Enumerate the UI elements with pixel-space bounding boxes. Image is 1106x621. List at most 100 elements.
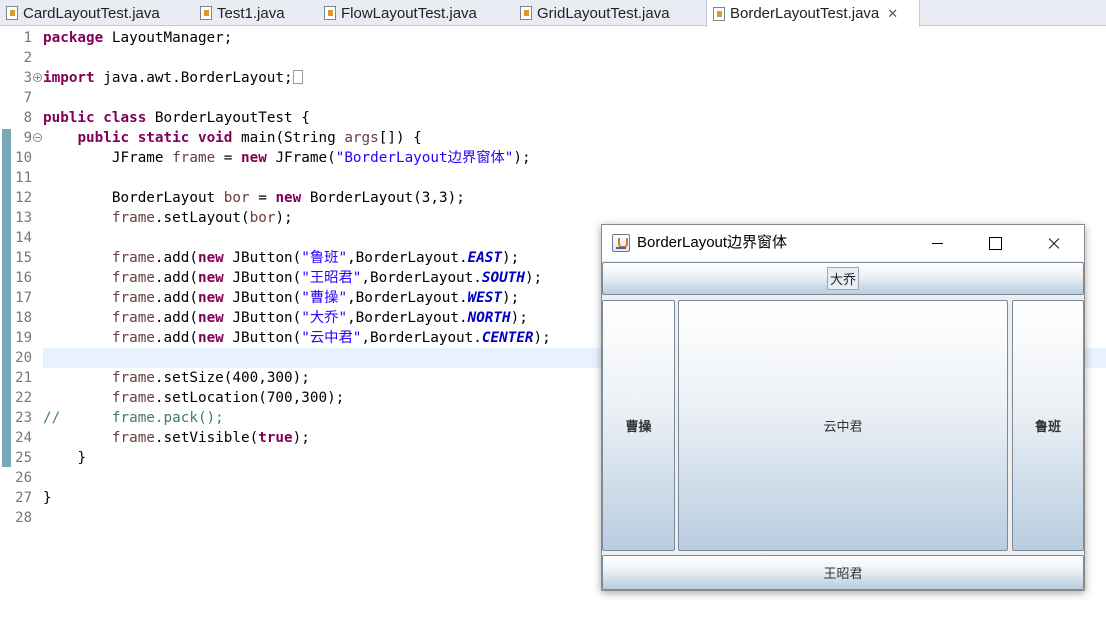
variable: args xyxy=(344,130,379,146)
line-number: 22 xyxy=(15,390,32,406)
static-field: CENTER xyxy=(481,330,534,346)
line-number: 13 xyxy=(15,210,32,226)
line-number: 24 xyxy=(15,430,32,446)
line-number: 9 xyxy=(23,130,32,146)
east-button[interactable]: 鲁班 xyxy=(1012,300,1084,551)
tab-gridlayouttest[interactable]: GridLayoutTest.java xyxy=(514,0,704,26)
string-literal: "大乔" xyxy=(301,310,348,326)
code-text: JButton( xyxy=(223,330,302,346)
maximize-button[interactable] xyxy=(966,225,1024,261)
code-text: ,BorderLayout. xyxy=(361,270,482,286)
minimize-button[interactable] xyxy=(909,225,967,261)
overview-ruler xyxy=(0,27,12,621)
variable: frame xyxy=(111,270,155,286)
string-literal: "曹操" xyxy=(301,290,348,306)
line-number: 2 xyxy=(23,50,32,66)
code-text: .setVisible( xyxy=(154,430,259,446)
collapse-fold-icon[interactable]: − xyxy=(33,133,42,142)
code-text: BorderLayout(3,3); xyxy=(301,190,465,206)
jframe-window[interactable]: BorderLayout边界窗体 大乔 曹操 云中君 鲁班 王昭君 xyxy=(601,224,1085,591)
tab-flowlayouttest[interactable]: FlowLayoutTest.java xyxy=(318,0,510,26)
code-text: = xyxy=(249,190,276,206)
keyword: void xyxy=(197,130,233,146)
string-literal: "BorderLayout边界窗体" xyxy=(335,150,514,166)
expand-fold-icon[interactable]: + xyxy=(33,73,42,82)
tab-label: FlowLayoutTest.java xyxy=(341,4,477,22)
variable: frame xyxy=(111,370,155,386)
north-button-label: 大乔 xyxy=(826,267,859,290)
code-text: JButton( xyxy=(223,250,302,266)
variable: frame xyxy=(111,210,155,226)
line-number: 14 xyxy=(15,230,32,246)
code-text: LayoutManager; xyxy=(103,30,233,46)
code-line: frame.add(new JButton("王昭君",BorderLayout… xyxy=(43,268,542,288)
code-line: import java.awt.BorderLayout; xyxy=(43,68,303,88)
line-number: 17 xyxy=(15,290,32,306)
variable: bor xyxy=(223,190,250,206)
keyword: package xyxy=(43,30,104,46)
java-file-icon xyxy=(713,6,725,21)
code-line: package LayoutManager; xyxy=(43,28,232,48)
tab-borderlayouttest[interactable]: BorderLayoutTest.java ✕ xyxy=(706,0,920,27)
keyword: import xyxy=(43,70,95,86)
variable: bor xyxy=(249,210,276,226)
keyword: new xyxy=(197,250,224,266)
line-number: 20 xyxy=(15,350,32,366)
java-file-icon xyxy=(6,6,18,20)
code-line: } xyxy=(43,448,86,468)
south-button-label: 王昭君 xyxy=(823,567,863,582)
code-text: .add( xyxy=(154,270,198,286)
line-number: 1 xyxy=(23,30,32,46)
static-field: EAST xyxy=(467,250,503,266)
comment: // xyxy=(43,410,61,426)
west-button-label: 曹操 xyxy=(625,420,652,435)
code-text: ); xyxy=(513,150,531,166)
code-text: .add( xyxy=(154,330,198,346)
code-text: ); xyxy=(524,270,543,286)
code-text: = xyxy=(215,150,242,166)
string-literal: "云中君" xyxy=(301,330,362,346)
tab-cardlayouttest[interactable]: CardLayoutTest.java xyxy=(0,0,190,26)
variable: frame xyxy=(111,330,155,346)
string-literal: "鲁班" xyxy=(301,250,348,266)
south-button[interactable]: 王昭君 xyxy=(602,555,1084,590)
tab-test1[interactable]: Test1.java xyxy=(194,0,314,26)
north-button[interactable]: 大乔 xyxy=(602,262,1084,295)
code-text: .add( xyxy=(154,290,198,306)
code-text: []) { xyxy=(378,130,422,146)
code-text: } xyxy=(77,450,87,466)
keyword: new xyxy=(197,270,224,286)
west-button[interactable]: 曹操 xyxy=(602,300,675,551)
center-button[interactable]: 云中君 xyxy=(678,300,1008,551)
code-text: java.awt.BorderLayout; xyxy=(94,70,293,86)
line-number: 19 xyxy=(15,330,32,346)
code-text: ); xyxy=(533,330,551,346)
variable: frame xyxy=(111,290,155,306)
java-file-icon xyxy=(324,6,336,20)
line-number: 18 xyxy=(15,310,32,326)
code-text: ,BorderLayout. xyxy=(347,290,468,306)
close-window-button[interactable] xyxy=(1024,225,1082,261)
folded-imports-icon[interactable] xyxy=(292,70,303,84)
code-line: frame.add(new JButton("大乔",BorderLayout.… xyxy=(43,308,528,328)
code-text: ); xyxy=(502,250,520,266)
code-text: JButton( xyxy=(223,310,302,326)
keyword: new xyxy=(197,310,224,326)
window-title-bar[interactable]: BorderLayout边界窗体 xyxy=(602,225,1084,261)
code-text: BorderLayoutTest { xyxy=(146,110,310,126)
line-number: 3 xyxy=(23,70,32,86)
line-number: 25 xyxy=(15,450,32,466)
tab-label: BorderLayoutTest.java xyxy=(730,5,880,22)
line-number: 28 xyxy=(15,510,32,526)
code-text: ); xyxy=(275,210,293,226)
keyword: new xyxy=(197,290,224,306)
line-number: 23 xyxy=(15,410,32,426)
close-tab-icon[interactable]: ✕ xyxy=(887,6,898,22)
java-app-icon xyxy=(612,234,630,252)
code-line: frame.add(new JButton("鲁班",BorderLayout.… xyxy=(43,248,519,268)
line-number: 16 xyxy=(15,270,32,286)
code-text: BorderLayout xyxy=(111,190,224,206)
variable: frame xyxy=(111,250,155,266)
change-marker xyxy=(2,129,11,467)
code-line: frame.add(new JButton("云中君",BorderLayout… xyxy=(43,328,551,348)
